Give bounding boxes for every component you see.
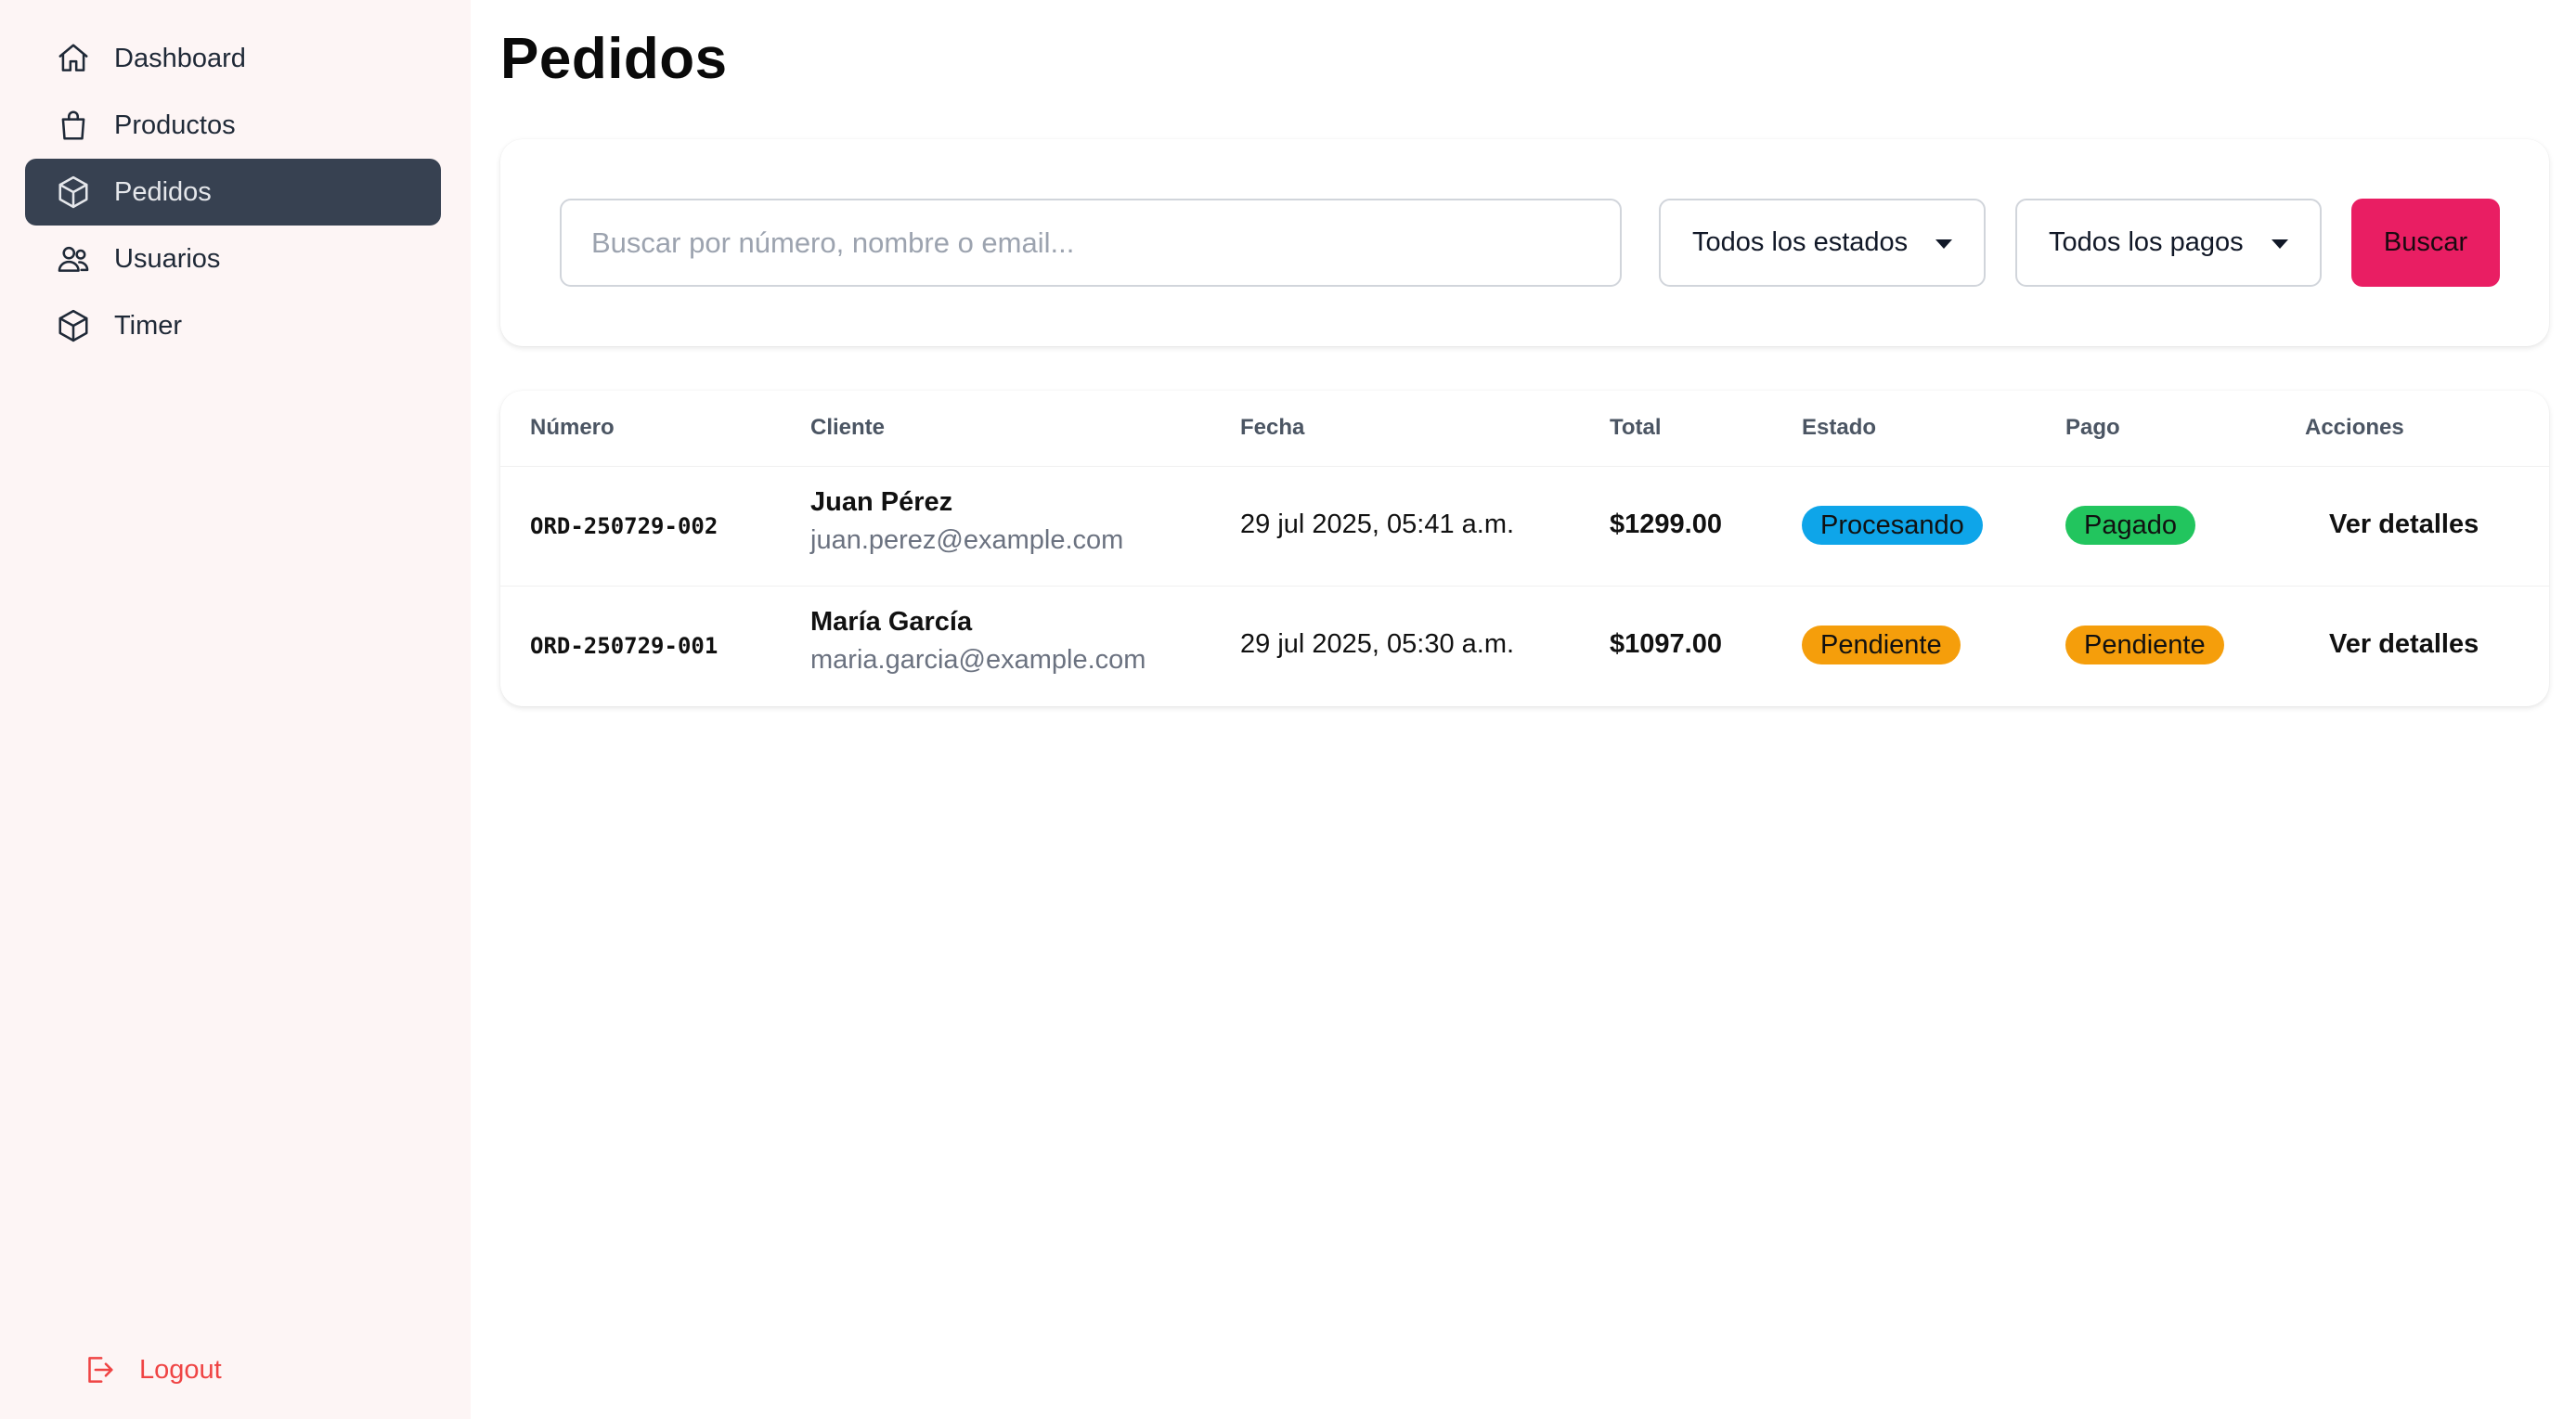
sidebar-item-productos[interactable]: Productos (25, 92, 441, 159)
customer-email: juan.perez@example.com (810, 525, 1124, 555)
sidebar-item-dashboard[interactable]: Dashboard (25, 25, 441, 92)
logout-label: Logout (139, 1354, 222, 1385)
header-estado: Estado (1802, 415, 1877, 440)
app: Dashboard Productos Pedidos Usuarios Tim… (0, 0, 2576, 1419)
header-cliente: Cliente (810, 415, 886, 440)
table-row: ORD-250729-002 Juan Pérez juan.perez@exa… (500, 467, 2549, 587)
order-total: $1097.00 (1610, 629, 1722, 659)
shopping-bag-icon (55, 107, 92, 144)
payment-select-value: Todos los pagos (2049, 227, 2244, 257)
caret-down-icon (2272, 239, 2288, 249)
search-button[interactable]: Buscar (2351, 199, 2500, 287)
sidebar-item-label: Pedidos (114, 176, 212, 207)
customer-name: Juan Pérez (810, 487, 953, 517)
header-pago: Pago (2065, 415, 2120, 440)
status-select[interactable]: Todos los estados (1659, 199, 1986, 287)
order-date: 29 jul 2025, 05:41 a.m. (1240, 510, 1515, 539)
header-numero: Número (530, 415, 615, 440)
home-icon (55, 40, 92, 77)
order-total: $1299.00 (1610, 510, 1722, 539)
page-title: Pedidos (500, 27, 728, 91)
sidebar-item-label: Productos (114, 110, 236, 140)
users-icon (55, 240, 92, 277)
payment-select[interactable]: Todos los pagos (2015, 199, 2322, 287)
header-total: Total (1610, 415, 1662, 440)
order-number: ORD-250729-001 (530, 633, 718, 659)
sidebar-item-pedidos[interactable]: Pedidos (25, 159, 441, 226)
sidebar-item-usuarios[interactable]: Usuarios (25, 226, 441, 292)
payment-badge: Pendiente (2065, 626, 2224, 664)
order-date: 29 jul 2025, 05:30 a.m. (1240, 629, 1515, 659)
table-header: Número Cliente Fecha Total Estado Pago A… (500, 391, 2549, 467)
view-details-link[interactable]: Ver detalles (2329, 510, 2479, 540)
customer-email: maria.garcia@example.com (810, 645, 1146, 675)
status-select-value: Todos los estados (1692, 227, 1909, 257)
logout-button[interactable]: Logout (50, 1336, 466, 1403)
customer-name: María García (810, 607, 973, 637)
caret-down-icon (1935, 239, 1952, 249)
table-row: ORD-250729-001 María García maria.garcia… (500, 587, 2549, 706)
search-input[interactable] (560, 199, 1622, 287)
sidebar-item-label: Dashboard (114, 43, 246, 73)
main-content: Pedidos Todos los estados Todos los pago… (471, 0, 2576, 1419)
box-icon (55, 307, 92, 344)
status-badge: Pendiente (1802, 626, 1961, 664)
filter-card: Todos los estados Todos los pagos Buscar (500, 139, 2549, 346)
view-details-link[interactable]: Ver detalles (2329, 629, 2479, 660)
header-fecha: Fecha (1240, 415, 1305, 440)
logout-icon (80, 1351, 117, 1388)
sidebar-item-label: Usuarios (114, 243, 221, 274)
box-icon (55, 174, 92, 211)
header-acciones: Acciones (2305, 415, 2404, 440)
sidebar-item-timer[interactable]: Timer (25, 292, 441, 359)
payment-badge: Pagado (2065, 506, 2195, 545)
sidebar-item-label: Timer (114, 310, 183, 341)
sidebar: Dashboard Productos Pedidos Usuarios Tim… (0, 0, 471, 1419)
orders-table: Número Cliente Fecha Total Estado Pago A… (500, 391, 2549, 706)
status-badge: Procesando (1802, 506, 1983, 545)
order-number: ORD-250729-002 (530, 513, 718, 539)
